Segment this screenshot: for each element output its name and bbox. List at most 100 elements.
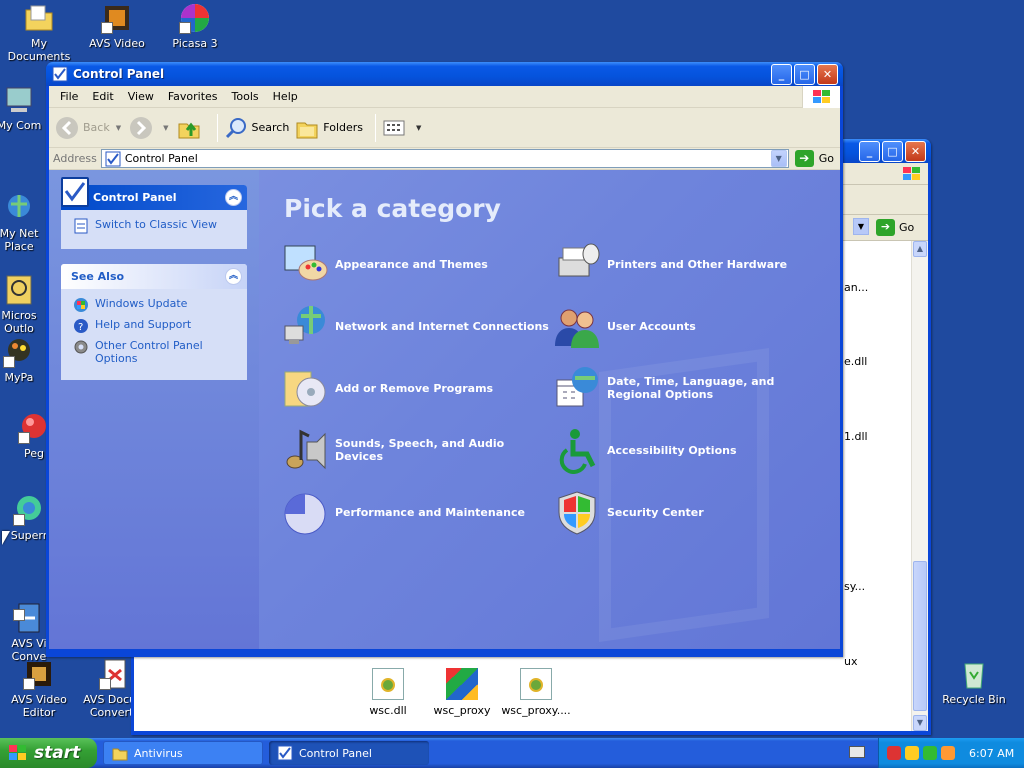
- user-accounts-icon: [553, 302, 601, 350]
- category-security-center[interactable]: Security Center: [553, 488, 821, 536]
- address-input[interactable]: Control Panel ▼: [100, 149, 789, 168]
- address-dropdown[interactable]: ▼: [853, 218, 869, 235]
- category-user-accounts[interactable]: User Accounts: [553, 302, 821, 350]
- minimize-button[interactable]: _: [859, 140, 880, 162]
- search-tray-icon[interactable]: [941, 746, 955, 760]
- svg-text:?: ?: [78, 322, 83, 333]
- windows-flag-icon: [8, 744, 28, 762]
- help-and-support-link[interactable]: ? Help and Support: [73, 318, 239, 334]
- sound-icon: [281, 426, 329, 474]
- control-panel-window[interactable]: Control Panel _ □ ✕ File Edit View Favor…: [46, 62, 843, 657]
- scroll-down-arrow[interactable]: ▼: [913, 715, 927, 731]
- appearance-themes-icon: [281, 240, 329, 288]
- accessibility-icon: [553, 426, 601, 474]
- partial-file-label: sy...: [844, 580, 866, 593]
- back-dropdown-icon[interactable]: ▼: [116, 124, 121, 132]
- category-sounds-speech-audio[interactable]: Sounds, Speech, and Audio Devices: [281, 426, 549, 474]
- taskbar-item-control-panel[interactable]: Control Panel: [269, 741, 429, 765]
- scroll-up-arrow[interactable]: ▲: [913, 241, 927, 257]
- collapse-chevron-icon[interactable]: ︽: [225, 189, 242, 206]
- views-button[interactable]: [382, 116, 410, 140]
- my-computer-icon: [3, 84, 35, 116]
- windows-update-link[interactable]: Windows Update: [73, 297, 239, 313]
- control-panel-task-box: Control Panel ︽ Switch to Classic View: [61, 177, 247, 249]
- back-button[interactable]: Back: [55, 116, 110, 140]
- maximize-button[interactable]: □: [794, 63, 815, 85]
- maximize-button[interactable]: □: [882, 140, 903, 162]
- file-item[interactable]: wsc.dll: [346, 668, 430, 717]
- system-tray: 6:07 AM: [878, 738, 1024, 768]
- minimize-button[interactable]: _: [771, 63, 792, 85]
- gear-icon: [73, 339, 89, 355]
- collapse-chevron-icon[interactable]: ︽: [225, 268, 242, 285]
- search-icon: [224, 116, 248, 140]
- menu-edit[interactable]: Edit: [85, 90, 120, 103]
- control-panel-icon: [52, 66, 68, 82]
- desktop-icon-avs-video-remaker[interactable]: AVS Video ReMaker: [78, 2, 156, 50]
- control-panel-icon: [61, 177, 89, 207]
- folders-button[interactable]: Folders: [295, 116, 363, 140]
- menu-tools[interactable]: Tools: [225, 90, 266, 103]
- category-add-remove-programs[interactable]: Add or Remove Programs: [281, 364, 549, 412]
- menu-favorites[interactable]: Favorites: [161, 90, 225, 103]
- address-dropdown[interactable]: ▼: [770, 150, 787, 167]
- taskbar: start Antivirus Control Panel 6:07 AM: [0, 738, 1024, 768]
- desktop-icon-picasa[interactable]: Picasa 3: [156, 2, 234, 50]
- menubar: File Edit View Favorites Tools Help: [49, 86, 840, 108]
- picasa-icon: [179, 2, 211, 34]
- dll-file-icon: [520, 668, 552, 700]
- category-date-time-regional[interactable]: Date, Time, Language, and Regional Optio…: [553, 364, 821, 412]
- other-control-panel-options-link[interactable]: Other Control Panel Options: [73, 339, 239, 365]
- security-shield-icon[interactable]: [905, 746, 919, 760]
- recycle-bin-icon: [958, 658, 990, 690]
- see-also-header[interactable]: See Also ︽: [61, 264, 247, 289]
- partial-file-label: an...: [844, 281, 869, 294]
- clock[interactable]: 6:07 AM: [969, 747, 1014, 760]
- windows-update-icon: [73, 297, 89, 313]
- up-folder-button[interactable]: [177, 116, 205, 140]
- go-button[interactable]: ➔ Go: [876, 219, 914, 236]
- windows-logo-icon: [802, 86, 840, 108]
- category-performance-maintenance[interactable]: Performance and Maintenance: [281, 488, 549, 536]
- go-button[interactable]: ➔ Go: [794, 150, 834, 167]
- views-dropdown-icon[interactable]: ▼: [416, 124, 421, 132]
- taskbar-item-antivirus[interactable]: Antivirus: [103, 741, 263, 765]
- start-button[interactable]: start: [0, 738, 97, 768]
- category-printers-hardware[interactable]: Printers and Other Hardware: [553, 240, 821, 288]
- avs-video-editor-icon: [23, 658, 55, 690]
- menu-file[interactable]: File: [53, 90, 85, 103]
- category-accessibility[interactable]: Accessibility Options: [553, 426, 821, 474]
- file-item[interactable]: wsc_proxy....: [494, 668, 578, 717]
- avs-document-converter-icon: [99, 658, 131, 690]
- menu-view[interactable]: View: [121, 90, 161, 103]
- category-appearance-themes[interactable]: Appearance and Themes: [281, 240, 549, 288]
- my-documents-icon: [23, 2, 55, 34]
- add-remove-programs-icon: [281, 364, 329, 412]
- avs-video-remaker-icon: [101, 2, 133, 34]
- vertical-scrollbar[interactable]: ▲ ▼: [911, 241, 928, 731]
- go-arrow-icon: ➔: [876, 219, 895, 236]
- network-tray-icon[interactable]: [923, 746, 937, 760]
- avs-video-converter-icon: [13, 589, 45, 633]
- keyboard-icon[interactable]: [849, 746, 865, 758]
- folder-icon: [112, 745, 128, 761]
- switch-to-classic-view-link[interactable]: Switch to Classic View: [73, 218, 239, 234]
- network-icon: [281, 302, 329, 350]
- close-button[interactable]: ✕: [905, 140, 926, 162]
- up-folder-icon: [177, 116, 201, 140]
- antivirus-tray-icon[interactable]: [887, 746, 901, 760]
- control-panel-titlebar[interactable]: Control Panel _ □ ✕: [46, 62, 843, 86]
- desktop-icon-avs-video-editor[interactable]: AVS Video Editor: [0, 658, 78, 719]
- task-box-header[interactable]: Control Panel ︽: [61, 177, 247, 210]
- outlook-icon: [3, 261, 35, 305]
- category-network-internet[interactable]: Network and Internet Connections: [281, 302, 549, 350]
- file-item[interactable]: wsc_proxy: [420, 668, 504, 717]
- desktop-icon-my-documents[interactable]: My Documents: [0, 2, 78, 63]
- menu-help[interactable]: Help: [266, 90, 305, 103]
- search-button[interactable]: Search: [224, 116, 289, 140]
- forward-dropdown-icon[interactable]: ▼: [163, 124, 168, 132]
- desktop-icon-recycle-bin[interactable]: Recycle Bin: [935, 658, 1013, 706]
- scroll-thumb[interactable]: [913, 561, 927, 711]
- close-button[interactable]: ✕: [817, 63, 838, 85]
- forward-button[interactable]: [129, 116, 157, 140]
